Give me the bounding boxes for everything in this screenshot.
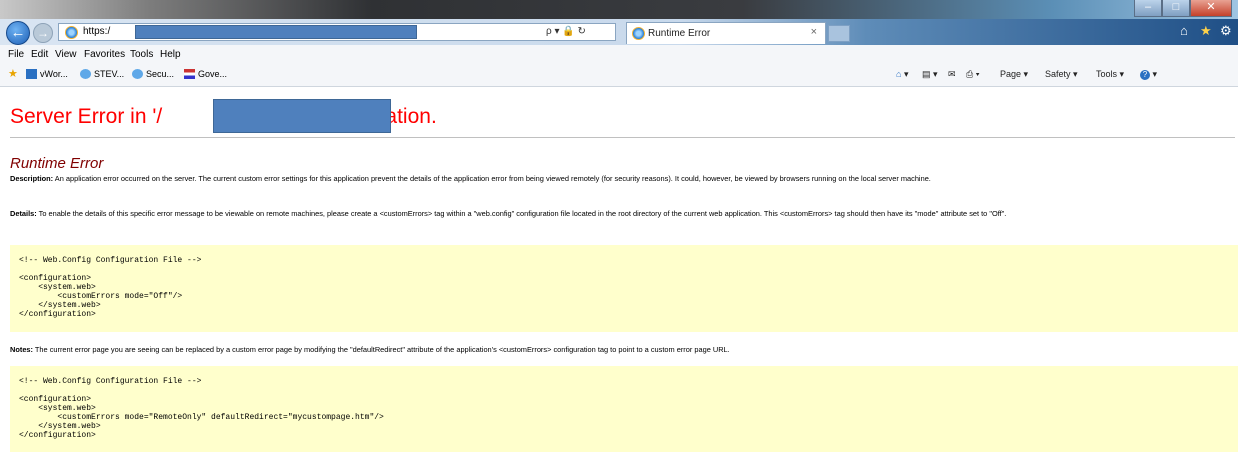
menu-favorites[interactable]: Favorites: [84, 49, 125, 60]
menu-tools[interactable]: Tools: [130, 49, 153, 60]
window-titlebar: – □ ✕: [0, 0, 1238, 19]
home-icon[interactable]: ⌂: [1180, 23, 1188, 38]
tab-title: Runtime Error: [648, 28, 711, 39]
dropdown-arrow: ▾: [933, 69, 938, 79]
details-text: To enable the details of this specific e…: [36, 209, 1007, 218]
menu-edit[interactable]: Edit: [31, 49, 48, 60]
favorite-label: Secu...: [146, 69, 175, 79]
title-start: Server Error in '/: [10, 105, 163, 128]
new-tab-button[interactable]: [828, 25, 850, 42]
favorites-bar: ★ vWor... STEV... Secu... Gove... ⌂ ▾ ▤ …: [0, 64, 1238, 87]
code-off-text: <!-- Web.Config Configuration File --> <…: [19, 256, 202, 319]
dropdown-arrow: ▾: [903, 69, 909, 79]
tab-runtime-error[interactable]: Runtime Error ×: [626, 22, 826, 44]
favorites-star-icon[interactable]: ★: [1200, 23, 1212, 39]
address-tools-icons[interactable]: ρ ▾ 🔒 ↻: [546, 26, 586, 37]
page-content: Server Error in '/Application. Runtime E…: [0, 87, 1238, 454]
mail-button[interactable]: ✉: [948, 69, 956, 80]
print-dropdown[interactable]: ⎙ ▾: [966, 69, 980, 80]
code-block-off: <!-- Web.Config Configuration File --> <…: [10, 245, 1238, 332]
favorite-link-stev[interactable]: STEV...: [80, 69, 124, 79]
home-dropdown[interactable]: ⌂ ▾: [896, 69, 908, 80]
grid-icon: [26, 69, 37, 79]
favorite-link-vwor[interactable]: vWor...: [26, 69, 68, 79]
redacted-url-block: [135, 25, 417, 39]
page-menu[interactable]: Page ▾: [1000, 69, 1028, 80]
code-block-remoteonly: <!-- Web.Config Configuration File --> <…: [10, 366, 1238, 452]
site-favicon-icon: [65, 26, 78, 39]
error-subtitle: Runtime Error: [10, 155, 104, 172]
tools-menu[interactable]: Tools ▾: [1096, 69, 1124, 80]
settings-gear-icon[interactable]: ⚙: [1220, 23, 1232, 39]
mail-icon: ✉: [948, 69, 956, 79]
minimize-button[interactable]: –: [1134, 0, 1162, 17]
menu-bar: File Edit View Favorites Tools Help: [0, 45, 1238, 65]
favorites-star-add-icon[interactable]: ★: [8, 67, 18, 80]
close-window-button[interactable]: ✕: [1190, 0, 1232, 17]
forward-button[interactable]: →: [33, 23, 53, 43]
help-dropdown[interactable]: ? ▾: [1140, 69, 1157, 80]
details-paragraph: Details: To enable the details of this s…: [10, 209, 1234, 218]
description-paragraph: Description: An application error occurr…: [10, 174, 1234, 183]
description-label: Description:: [10, 174, 54, 183]
divider: [10, 137, 1235, 138]
tab-favicon-icon: [632, 27, 645, 40]
help-icon: ?: [1140, 70, 1150, 80]
feeds-icon: ▤: [922, 69, 931, 79]
notes-text: The current error page you are seeing ca…: [33, 345, 730, 354]
feeds-dropdown[interactable]: ▤ ▾: [922, 69, 938, 80]
tab-close-icon[interactable]: ×: [811, 26, 817, 38]
menu-help[interactable]: Help: [160, 49, 181, 60]
favorite-link-gove[interactable]: Gove...: [184, 69, 227, 79]
address-bar[interactable]: https:/ ρ ▾ 🔒 ↻: [58, 23, 616, 41]
ie-page-icon: [132, 69, 143, 79]
maximize-button[interactable]: □: [1162, 0, 1190, 17]
menu-file[interactable]: File: [8, 49, 24, 60]
dropdown-arrow: ▾: [975, 69, 980, 79]
home-small-icon: ⌂: [896, 69, 902, 79]
notes-paragraph: Notes: The current error page you are se…: [10, 345, 1234, 354]
details-label: Details:: [10, 209, 37, 218]
flag-icon: [184, 69, 195, 79]
safety-menu[interactable]: Safety ▾: [1045, 69, 1078, 80]
navigation-bar: ← → https:/ ρ ▾ 🔒 ↻ Runtime Error × ⌂ ★ …: [0, 19, 1238, 45]
redacted-app-name-block: [213, 99, 391, 133]
ie-page-icon: [80, 69, 91, 79]
favorite-label: Gove...: [198, 69, 228, 79]
window-controls: – □ ✕: [1134, 0, 1232, 17]
address-url: https:/: [83, 26, 111, 37]
favorite-label: vWor...: [40, 69, 68, 79]
favorite-label: STEV...: [94, 69, 125, 79]
favorite-link-secu[interactable]: Secu...: [132, 69, 174, 79]
description-text: An application error occurred on the ser…: [53, 174, 931, 183]
code-remoteonly-text: <!-- Web.Config Configuration File --> <…: [19, 377, 384, 440]
print-icon: ⎙: [966, 69, 974, 79]
notes-label: Notes:: [10, 345, 33, 354]
dropdown-arrow: ▾: [1152, 69, 1158, 79]
menu-view[interactable]: View: [55, 49, 77, 60]
back-button[interactable]: ←: [6, 21, 30, 45]
